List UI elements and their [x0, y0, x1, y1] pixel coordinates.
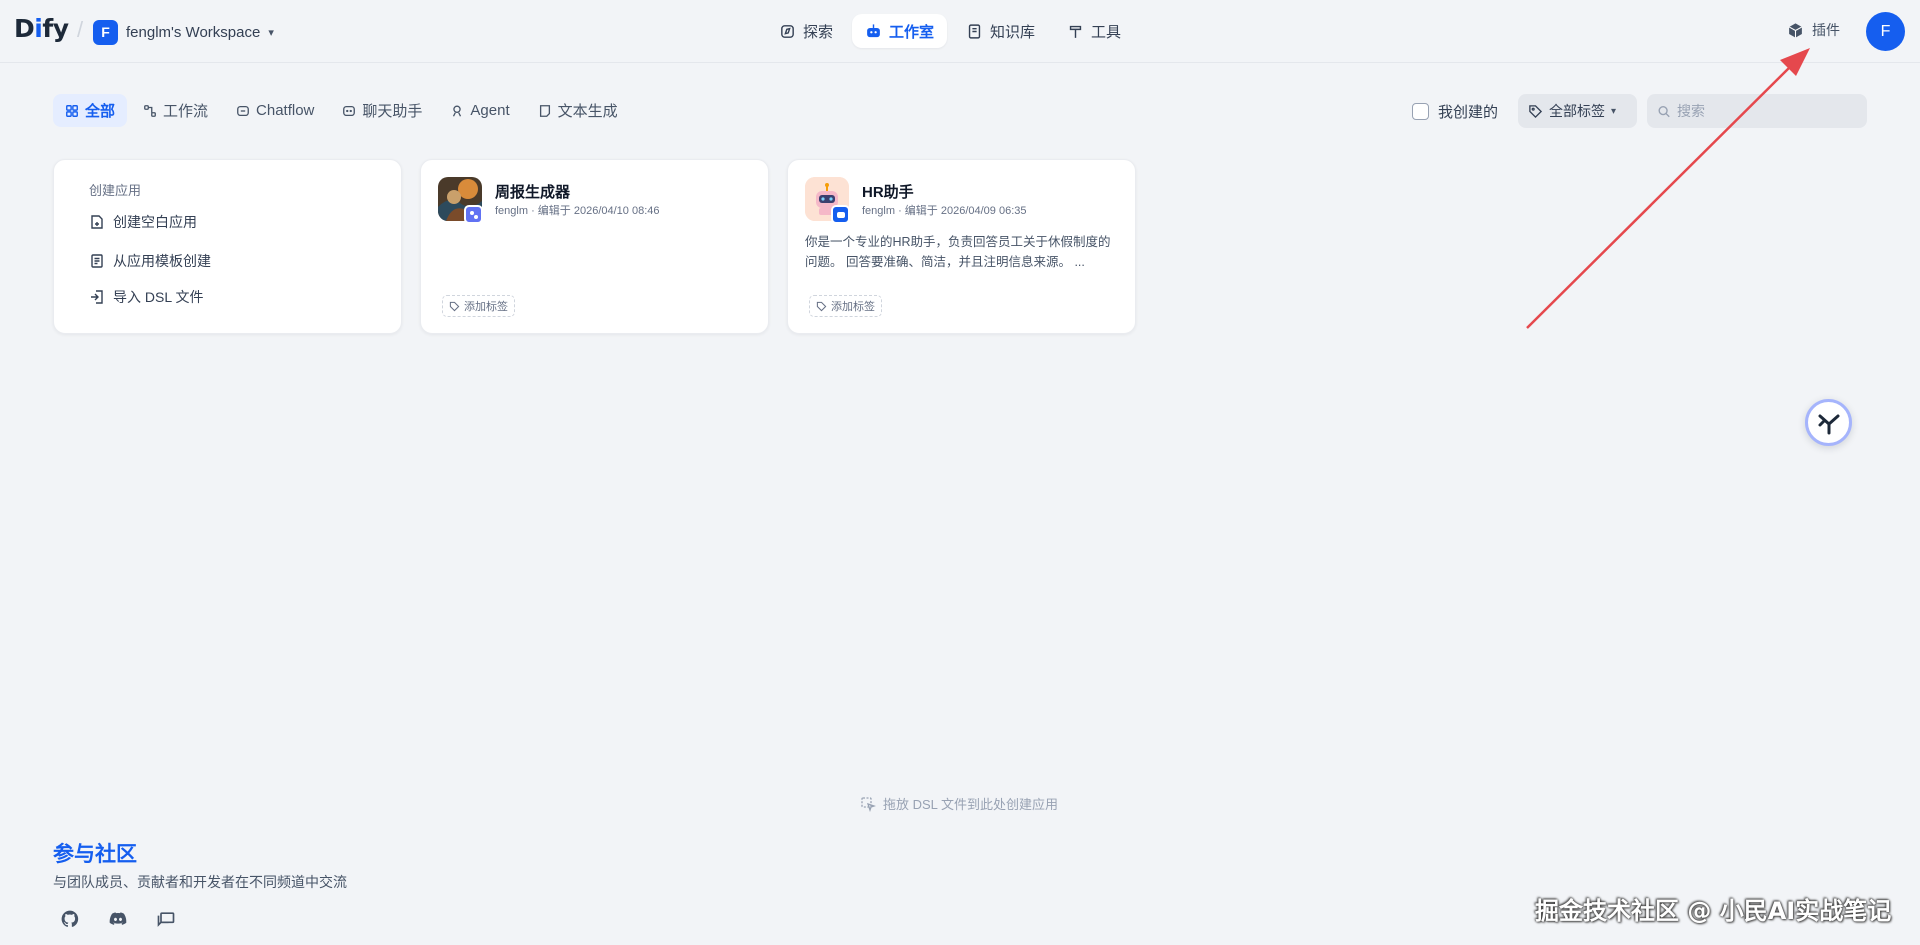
- chevron-down-icon: ▾: [1611, 105, 1617, 117]
- discord-icon[interactable]: [106, 907, 130, 931]
- main-nav: 探索 工作室 知识库 工具: [766, 14, 1134, 48]
- plugins-button[interactable]: 插件: [1787, 20, 1840, 40]
- drag-file-icon: [861, 796, 876, 812]
- search-box[interactable]: [1647, 94, 1867, 128]
- user-avatar[interactable]: F: [1866, 12, 1905, 51]
- tab-label: 文本生成: [557, 103, 618, 120]
- hammer-icon: [1069, 25, 1082, 38]
- watermark-text: 掘金技术社区 @ 小民AI实战笔记: [1535, 897, 1892, 925]
- add-tag-label: 添加标签: [831, 301, 875, 313]
- workspace-name: fenglm's Workspace: [126, 23, 261, 41]
- dropzone-text: 拖放 DSL 文件到此处创建应用: [883, 797, 1059, 812]
- create-item-label: 导入 DSL 文件: [113, 289, 204, 305]
- robot-icon: [867, 23, 880, 37]
- file-plus-icon: [91, 215, 103, 229]
- create-app-card: 创建应用 创建空白应用 从应用模板创建 导入 DSL 文件: [53, 159, 402, 334]
- compass-icon: [781, 24, 794, 38]
- dify-logo[interactable]: Dify: [14, 14, 69, 43]
- created-by-me-filter[interactable]: 我创建的: [1412, 101, 1498, 122]
- dsl-dropzone-hint: 拖放 DSL 文件到此处创建应用: [860, 794, 1058, 813]
- workflow-badge-icon: [464, 205, 483, 224]
- nav-tools[interactable]: 工具: [1054, 14, 1134, 48]
- tab-label: 工作流: [163, 103, 209, 120]
- search-input[interactable]: [1677, 103, 1857, 119]
- breadcrumb-divider: /: [77, 17, 84, 42]
- create-app-title: 创建应用: [89, 183, 142, 198]
- plugins-label: 插件: [1812, 22, 1840, 38]
- app-name: HR助手: [862, 184, 914, 201]
- agent-icon: [453, 105, 462, 117]
- tag-icon: [1529, 104, 1543, 118]
- tab-agent[interactable]: Agent: [438, 94, 521, 127]
- add-tag-label: 添加标签: [464, 301, 508, 313]
- created-by-me-checkbox[interactable]: [1412, 103, 1429, 120]
- tag-icon: [449, 301, 460, 311]
- workflow-icon: [144, 104, 156, 117]
- chat-bubble-icon: [343, 105, 356, 116]
- nav-label: 知识库: [990, 23, 1036, 41]
- import-icon: [91, 290, 103, 304]
- app-card-hr-assistant[interactable]: HR助手 fenglm · 编辑于 2026/04/09 06:35 你是一个专…: [787, 159, 1136, 334]
- assistant-logo-icon: [1818, 414, 1839, 434]
- tab-label: 聊天助手: [362, 103, 423, 120]
- tag-filter-label: 全部标签: [1549, 103, 1605, 119]
- tag-icon: [816, 301, 827, 311]
- grid-icon: [66, 104, 78, 117]
- add-tag-button[interactable]: 添加标签: [442, 295, 515, 317]
- search-icon: [1658, 105, 1670, 117]
- assistant-float-button[interactable]: [1805, 399, 1852, 446]
- nav-label: 工具: [1091, 23, 1122, 41]
- nav-explore[interactable]: 探索: [766, 14, 846, 48]
- tab-label: Chatflow: [256, 102, 315, 119]
- tab-text-generation[interactable]: 文本生成: [526, 94, 630, 127]
- template-icon: [91, 254, 103, 268]
- app-card-weekly-report[interactable]: 周报生成器 fenglm · 编辑于 2026/04/10 08:46 添加标签: [420, 159, 769, 334]
- app-meta: fenglm · 编辑于 2026/04/10 08:46: [495, 205, 660, 217]
- tab-chatflow[interactable]: Chatflow: [224, 94, 326, 127]
- nav-label: 探索: [803, 23, 834, 41]
- import-dsl-button[interactable]: 导入 DSL 文件: [89, 287, 204, 307]
- app-description: 你是一个专业的HR助手，负责回答员工关于休假制度的问题。 回答要准确、简洁，并且…: [805, 235, 1111, 269]
- book-icon: [968, 23, 981, 39]
- create-item-label: 从应用模板创建: [113, 253, 211, 269]
- github-icon[interactable]: [58, 907, 82, 931]
- chat-assistant-badge-icon: [831, 205, 850, 224]
- workspace-selector[interactable]: F fenglm's Workspace ▾: [93, 19, 274, 45]
- chevron-down-icon: ▾: [268, 26, 274, 39]
- cube-icon: [1788, 22, 1803, 38]
- create-item-label: 创建空白应用: [113, 214, 197, 230]
- nav-label: 工作室: [889, 23, 935, 41]
- tab-label: 全部: [85, 103, 116, 120]
- nav-knowledge[interactable]: 知识库: [953, 14, 1048, 48]
- tab-chat-assistant[interactable]: 聊天助手: [330, 94, 434, 127]
- community-links: [58, 907, 178, 931]
- workspace-avatar: F: [93, 19, 118, 45]
- forum-icon[interactable]: [154, 907, 178, 931]
- add-tag-button[interactable]: 添加标签: [809, 295, 882, 317]
- top-header: Dify / F fenglm's Workspace ▾ 探索 工作室 知识库…: [0, 0, 1920, 63]
- community-subtitle: 与团队成员、贡献者和开发者在不同频道中交流: [53, 874, 347, 890]
- created-by-me-label: 我创建的: [1438, 104, 1499, 121]
- create-blank-app-button[interactable]: 创建空白应用: [89, 212, 197, 232]
- app-name: 周报生成器: [495, 184, 571, 201]
- document-icon: [539, 104, 550, 117]
- tag-filter-select[interactable]: 全部标签 ▾: [1518, 94, 1637, 128]
- nav-studio[interactable]: 工作室: [852, 14, 948, 48]
- tab-workflow[interactable]: 工作流: [131, 94, 220, 127]
- chatflow-icon: [237, 105, 249, 116]
- create-from-template-button[interactable]: 从应用模板创建: [89, 251, 211, 271]
- tab-all[interactable]: 全部: [53, 94, 128, 127]
- community-title: 参与社区: [53, 843, 137, 866]
- app-type-tabs: 全部 工作流 Chatflow 聊天助手 Agent 文本生成: [53, 94, 630, 127]
- tab-label: Agent: [470, 102, 510, 119]
- app-meta: fenglm · 编辑于 2026/04/09 06:35: [862, 205, 1027, 217]
